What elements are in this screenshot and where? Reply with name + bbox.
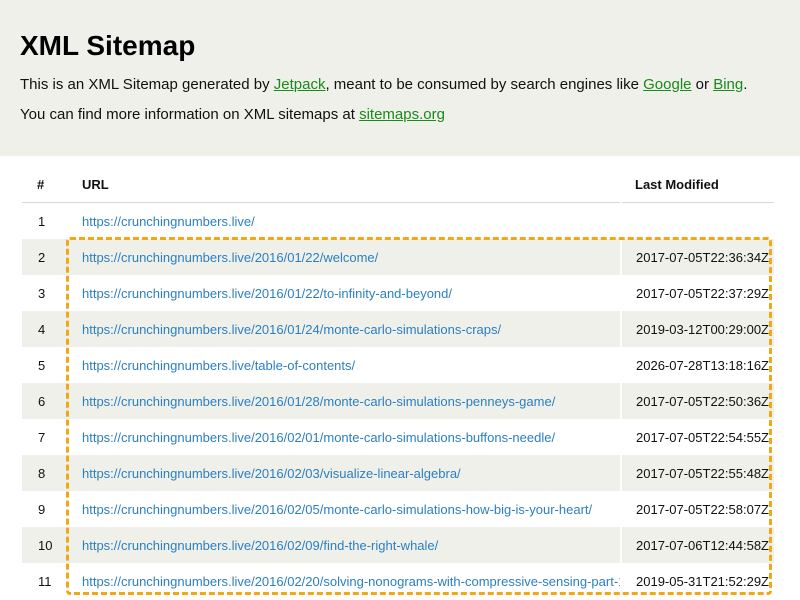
row-number: 1 — [22, 202, 68, 239]
row-url-cell: https://crunchingnumbers.live/2016/02/09… — [68, 527, 622, 563]
row-last-modified — [621, 202, 774, 239]
table-row: 11 https://crunchingnumbers.live/2016/02… — [22, 563, 774, 599]
info-prefix: You can find more information on XML sit… — [20, 106, 360, 123]
row-url-link[interactable]: https://crunchingnumbers.live/2016/01/24… — [82, 322, 501, 337]
table-row: 4 https://crunchingnumbers.live/2016/01/… — [22, 311, 774, 347]
intro-middle: , meant to be consumed by search engines… — [325, 76, 644, 93]
row-url-cell: https://crunchingnumbers.live/2016/01/24… — [68, 311, 622, 347]
row-last-modified: 2026-07-28T13:18:16Z — [621, 347, 774, 383]
row-last-modified: 2017-07-05T22:50:36Z — [621, 383, 774, 419]
row-url-link[interactable]: https://crunchingnumbers.live/2016/01/22… — [82, 250, 378, 265]
row-number: 7 — [22, 419, 68, 455]
row-number: 8 — [22, 455, 68, 491]
row-url-link[interactable]: https://crunchingnumbers.live/2016/02/09… — [82, 538, 438, 553]
row-url-cell: https://crunchingnumbers.live/2016/02/03… — [68, 455, 622, 491]
table-row: 6 https://crunchingnumbers.live/2016/01/… — [22, 383, 774, 419]
jetpack-link[interactable]: Jetpack — [274, 76, 326, 93]
table-row: 2 https://crunchingnumbers.live/2016/01/… — [22, 239, 774, 275]
row-last-modified: 2017-07-05T22:58:07Z — [621, 491, 774, 527]
row-url-link[interactable]: https://crunchingnumbers.live/2016/02/01… — [82, 430, 555, 445]
row-number: 3 — [22, 275, 68, 311]
table-row: 10 https://crunchingnumbers.live/2016/02… — [22, 527, 774, 563]
row-number: 5 — [22, 347, 68, 383]
info-text: You can find more information on XML sit… — [20, 106, 445, 124]
row-url-cell: https://crunchingnumbers.live/2016/01/22… — [68, 239, 622, 275]
row-url-link[interactable]: https://crunchingnumbers.live/2016/01/22… — [82, 286, 452, 301]
sitemap-table: # URL Last Modified 1 https://crunchingn… — [22, 166, 774, 599]
table-row: 9 https://crunchingnumbers.live/2016/02/… — [22, 491, 774, 527]
row-url-cell: https://crunchingnumbers.live/2016/01/28… — [68, 383, 622, 419]
bing-link[interactable]: Bing — [713, 76, 743, 93]
row-number: 10 — [22, 527, 68, 563]
row-last-modified: 2017-07-05T22:54:55Z — [621, 419, 774, 455]
row-url-link[interactable]: https://crunchingnumbers.live/2016/01/28… — [82, 394, 555, 409]
column-header-url: URL — [68, 166, 621, 203]
sitemaps-org-link[interactable]: sitemaps.org — [359, 106, 445, 123]
google-link[interactable]: Google — [643, 76, 691, 93]
row-last-modified: 2017-07-06T12:44:58Z — [621, 527, 774, 563]
table-row: 3 https://crunchingnumbers.live/2016/01/… — [22, 275, 774, 311]
row-number: 11 — [22, 563, 68, 599]
table-header-row: # URL Last Modified — [22, 166, 774, 203]
row-last-modified: 2017-07-05T22:37:29Z — [621, 275, 774, 311]
row-number: 4 — [22, 311, 68, 347]
intro-prefix: This is an XML Sitemap generated by — [20, 76, 274, 93]
row-number: 6 — [22, 383, 68, 419]
row-url-link[interactable]: https://crunchingnumbers.live/table-of-c… — [82, 358, 355, 373]
table-row: 7 https://crunchingnumbers.live/2016/02/… — [22, 419, 774, 455]
row-url-link[interactable]: https://crunchingnumbers.live/2016/02/03… — [82, 466, 461, 481]
row-number: 9 — [22, 491, 68, 527]
table-row: 8 https://crunchingnumbers.live/2016/02/… — [22, 455, 774, 491]
row-last-modified: 2017-07-05T22:55:48Z — [621, 455, 774, 491]
row-last-modified: 2019-03-12T00:29:00Z — [621, 311, 774, 347]
row-last-modified: 2019-05-31T21:52:29Z — [621, 563, 774, 599]
row-url-cell: https://crunchingnumbers.live/2016/02/05… — [68, 491, 622, 527]
row-url-link[interactable]: https://crunchingnumbers.live/2016/02/20… — [82, 574, 619, 589]
page-title: XML Sitemap — [20, 30, 196, 61]
row-url-link[interactable]: https://crunchingnumbers.live/ — [82, 214, 255, 229]
sitemap-header: XML Sitemap This is an XML Sitemap gener… — [0, 0, 800, 156]
row-url-cell: https://crunchingnumbers.live/ — [68, 202, 622, 239]
row-number: 2 — [22, 239, 68, 275]
table-row: 1 https://crunchingnumbers.live/ — [22, 202, 774, 239]
table-row: 5 https://crunchingnumbers.live/table-of… — [22, 347, 774, 383]
column-header-last-modified: Last Modified — [621, 166, 774, 203]
intro-end: . — [743, 76, 748, 93]
row-url-cell: https://crunchingnumbers.live/2016/02/20… — [68, 563, 622, 599]
row-url-cell: https://crunchingnumbers.live/2016/01/22… — [68, 275, 622, 311]
row-url-cell: https://crunchingnumbers.live/table-of-c… — [68, 347, 622, 383]
intro-text: This is an XML Sitemap generated by Jetp… — [20, 76, 747, 94]
row-url-cell: https://crunchingnumbers.live/2016/02/01… — [68, 419, 622, 455]
row-last-modified: 2017-07-05T22:36:34Z — [621, 239, 774, 275]
intro-or: or — [691, 76, 714, 93]
sitemap-table-container: # URL Last Modified 1 https://crunchingn… — [22, 166, 774, 599]
column-header-number: # — [22, 166, 68, 203]
row-url-link[interactable]: https://crunchingnumbers.live/2016/02/05… — [82, 502, 592, 517]
